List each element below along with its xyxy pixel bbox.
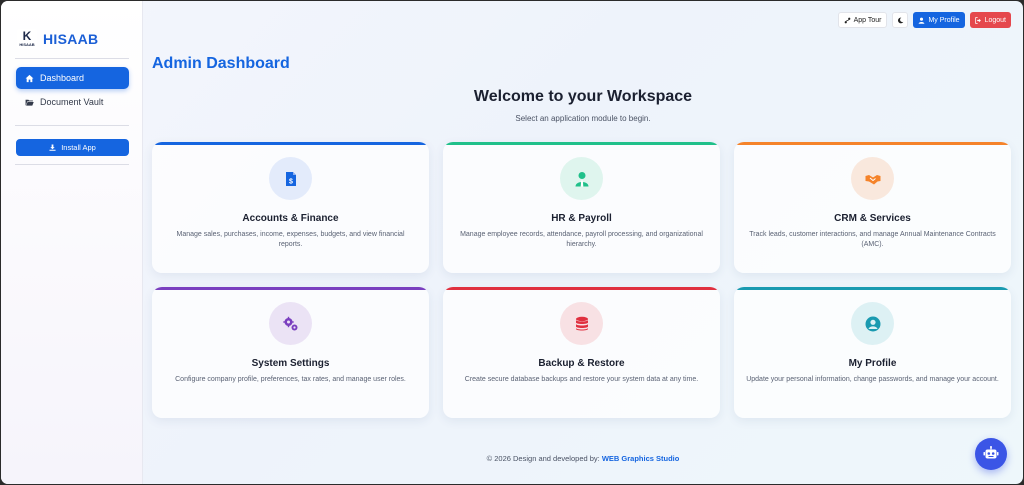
install-app-label: Install App <box>61 143 96 152</box>
topbar: App Tour My Profile Logout <box>837 12 1011 28</box>
module-icon-circle <box>560 302 603 345</box>
module-description: Manage employee records, attendance, pay… <box>460 231 703 248</box>
sidebar: K HISAAB HISAAB Dashboard Document Vault… <box>1 1 143 484</box>
page-title: Admin Dashboard <box>152 55 290 72</box>
module-description: Create secure database backups and resto… <box>464 376 699 383</box>
module-card-my-profile[interactable]: My Profile Update your personal informat… <box>734 287 1011 418</box>
module-card-hr-payroll[interactable]: HR & Payroll Manage employee records, at… <box>443 142 720 273</box>
app-tour-label: App Tour <box>853 16 882 24</box>
user-icon <box>919 17 925 24</box>
handshake-icon <box>865 174 880 184</box>
sidebar-divider <box>15 164 129 165</box>
home-icon <box>25 74 34 82</box>
module-card-backup-restore[interactable]: Backup & Restore Create secure database … <box>443 287 720 418</box>
module-icon-circle: $ <box>269 157 312 200</box>
module-description: Track leads, customer interactions, and … <box>749 231 996 248</box>
module-description: Manage sales, purchases, income, expense… <box>176 231 405 248</box>
module-icon-circle <box>560 157 603 200</box>
logout-label: Logout <box>984 16 1006 24</box>
module-title: My Profile <box>848 358 897 369</box>
sidebar-divider <box>15 58 129 59</box>
app-window: K HISAAB HISAAB Dashboard Document Vault… <box>1 1 1023 484</box>
my-profile-button[interactable]: My Profile <box>913 12 965 28</box>
brand-logo-letter: K <box>22 29 32 43</box>
module-icon-circle <box>851 302 894 345</box>
database-icon <box>575 316 588 330</box>
sign-out-icon <box>974 16 981 24</box>
sidebar-item-document-vault[interactable]: Document Vault <box>16 91 129 113</box>
footer-studio-link[interactable]: WEB Graphics Studio <box>602 454 680 463</box>
welcome-subtitle: Select an application module to begin. <box>515 114 651 123</box>
module-description: Update your personal information, change… <box>746 376 999 383</box>
module-title: Backup & Restore <box>538 358 625 369</box>
folder-icon <box>25 99 34 106</box>
module-title: System Settings <box>251 358 330 369</box>
module-icon-circle <box>269 302 312 345</box>
user-tie-icon <box>575 171 588 186</box>
my-profile-label: My Profile <box>928 16 960 24</box>
footer-text: © 2026 Design and developed by: <box>486 454 602 463</box>
module-title: HR & Payroll <box>551 213 612 224</box>
download-icon <box>49 144 56 151</box>
theme-toggle-button[interactable] <box>892 12 909 28</box>
brand-logo-caption: HISAAB <box>19 42 35 47</box>
module-title: CRM & Services <box>834 213 911 224</box>
sidebar-item-dashboard[interactable]: Dashboard <box>16 67 129 89</box>
sidebar-divider <box>15 125 129 126</box>
brand[interactable]: K HISAAB HISAAB <box>17 29 98 49</box>
brand-logo: K HISAAB <box>17 29 37 49</box>
robot-icon <box>983 446 999 459</box>
welcome-heading: Welcome to your Workspace <box>473 88 693 105</box>
logout-button[interactable]: Logout <box>969 12 1011 28</box>
module-icon-circle <box>851 157 894 200</box>
footer: © 2026 Design and developed by: WEB Grap… <box>143 454 1023 463</box>
module-card-crm-services[interactable]: CRM & Services Track leads, customer int… <box>734 142 1011 273</box>
sidebar-item-label: Dashboard <box>40 73 85 83</box>
moon-icon <box>897 17 904 23</box>
module-card-system-settings[interactable]: System Settings Configure company profil… <box>152 287 429 418</box>
module-title: Accounts & Finance <box>242 213 339 224</box>
app-tour-button[interactable]: App Tour <box>837 12 888 28</box>
brand-name: HISAAB <box>43 31 99 47</box>
user-circle-icon <box>865 316 880 331</box>
sidebar-item-label: Document Vault <box>40 97 104 107</box>
chatbot-button[interactable] <box>975 438 1007 470</box>
install-app-button[interactable]: Install App <box>16 139 129 156</box>
module-card-accounts-finance[interactable]: $ Accounts & Finance Manage sales, purch… <box>152 142 429 273</box>
gears-icon <box>282 316 297 330</box>
module-description: Configure company profile, preferences, … <box>175 376 406 383</box>
route-icon <box>844 17 850 23</box>
svg-text:$: $ <box>289 178 293 185</box>
invoice-dollar-icon: $ <box>285 171 296 186</box>
